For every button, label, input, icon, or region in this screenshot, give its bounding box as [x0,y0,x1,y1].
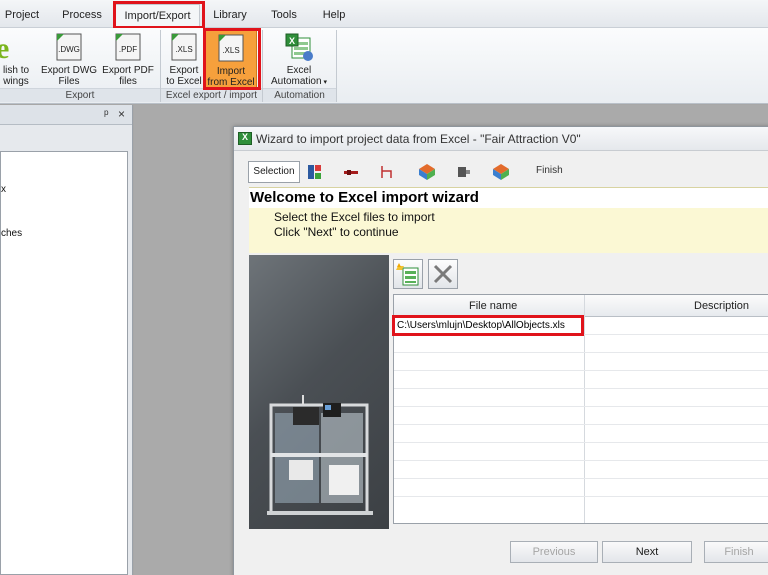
svg-text:.DWG: .DWG [58,45,80,54]
file-list-grid: File name Description C:\Users\mlujn\Des… [393,294,768,524]
table-row-empty [394,389,768,407]
step-assembly-icon[interactable] [492,163,510,181]
ribbon: e lish to wings .DWG Export DWG Files .P… [0,28,768,104]
welcome-banner: Welcome to Excel import wizard Select th… [249,187,768,253]
column-header-file-name[interactable]: File name [469,300,517,312]
pin-icon[interactable]: ᵖ [104,107,109,121]
dialog-title-bar: Wizard to import project data from Excel… [234,127,768,151]
table-row-empty [394,461,768,479]
export-pdf-label-2: files [119,76,137,87]
left-panel-tree: x ches [0,151,128,575]
column-header-description[interactable]: Description [694,300,749,312]
table-row-empty [394,479,768,497]
export-to-excel-button[interactable]: .XLS Export to Excel [164,30,204,88]
tab-help[interactable]: Help [312,4,356,26]
export-dwg-label-1: Export DWG [40,65,98,76]
publish-label-1: lish to [2,65,30,76]
step-finish[interactable]: Finish [536,165,563,176]
step-objects-icon[interactable] [306,163,324,181]
xls-import-icon: .XLS [218,34,244,62]
add-excel-file-icon [396,263,419,286]
export-excel-label-1: Export [169,65,199,76]
excel-automation-button[interactable]: X Excel Automation ▾ [266,30,332,88]
dwg-file-icon: .DWG [56,33,82,61]
table-row-empty [394,371,768,389]
svg-text:.XLS: .XLS [222,46,239,55]
dialog-title: Wizard to import project data from Excel… [256,132,581,146]
publish-label-2: wings [3,76,29,87]
table-row-empty [394,425,768,443]
excel-automation-label-1: Excel [286,65,312,76]
excel-app-icon [238,132,252,145]
export-pdf-label-1: Export PDF [102,65,154,76]
table-row-empty [394,443,768,461]
table-row[interactable]: C:\Users\mlujn\Desktop\AllObjects.xls [394,317,768,335]
group-label-export: Export [0,88,160,102]
import-from-excel-button[interactable]: .XLS Import from Excel [205,30,257,88]
excel-automation-icon: X [285,33,313,61]
tab-library[interactable]: Library [205,4,255,26]
step-connector-icon[interactable] [454,163,472,181]
delete-x-icon [433,264,453,284]
table-row-empty [394,353,768,371]
tab-project[interactable]: Project [0,4,44,26]
close-icon[interactable]: × [118,107,125,121]
table-row-empty [394,407,768,425]
svg-text:X: X [289,36,295,46]
xls-export-icon: .XLS [171,33,197,61]
publish-e-icon: e [0,32,9,62]
table-row-empty [394,335,768,353]
grid-header: File name Description [394,295,768,317]
step-selection[interactable]: Selection [248,161,300,183]
welcome-instruction-1: Select the Excel files to import [274,210,435,224]
add-file-button[interactable] [393,259,423,289]
remove-file-button[interactable] [428,259,458,289]
finish-button[interactable]: Finish [704,541,768,563]
machine-illustration [249,255,389,529]
tree-item[interactable]: ches [1,228,22,239]
pdf-file-icon: .PDF [115,33,141,61]
group-label-automation: Automation [263,88,336,102]
export-excel-label-2: to Excel [166,76,202,87]
previous-button[interactable]: Previous [510,541,598,563]
export-dwg-button[interactable]: .DWG Export DWG Files [38,30,100,88]
left-panel: ᵖ × x ches [0,105,133,575]
step-component-icon[interactable] [418,163,436,181]
menu-bar: Project Process Import/Export Library To… [0,0,768,28]
next-button[interactable]: Next [602,541,692,563]
export-pdf-button[interactable]: .PDF Export PDF files [100,30,156,88]
tab-process[interactable]: Process [52,4,112,26]
dropdown-arrow-icon: ▾ [321,79,328,86]
svg-text:.XLS: .XLS [175,45,192,54]
tab-import-export[interactable]: Import/Export [115,4,200,26]
step-cable-icon[interactable] [342,163,360,181]
file-name-cell[interactable]: C:\Users\mlujn\Desktop\AllObjects.xls [397,320,565,331]
publish-to-drawings-button[interactable]: e lish to wings [0,30,32,88]
welcome-instruction-2: Click "Next" to continue [274,225,399,239]
svg-text:.PDF: .PDF [119,45,137,54]
import-excel-label-1: Import [216,66,246,77]
tree-item[interactable]: x [1,184,6,195]
export-dwg-label-2: Files [58,76,80,87]
welcome-heading: Welcome to Excel import wizard [249,188,768,208]
import-excel-label-2: from Excel [207,77,255,88]
wizard-steps: Selection Finish [248,161,768,183]
step-pipe-icon[interactable] [378,163,396,181]
left-panel-header: ᵖ × [0,105,132,125]
svg-text:e: e [0,32,9,62]
tab-tools[interactable]: Tools [262,4,306,26]
group-label-excel-export-import: Excel export / import [161,88,262,102]
import-wizard-dialog: Wizard to import project data from Excel… [233,126,768,575]
excel-automation-label-2: Automation ▾ [270,76,328,87]
ribbon-separator [336,30,337,102]
